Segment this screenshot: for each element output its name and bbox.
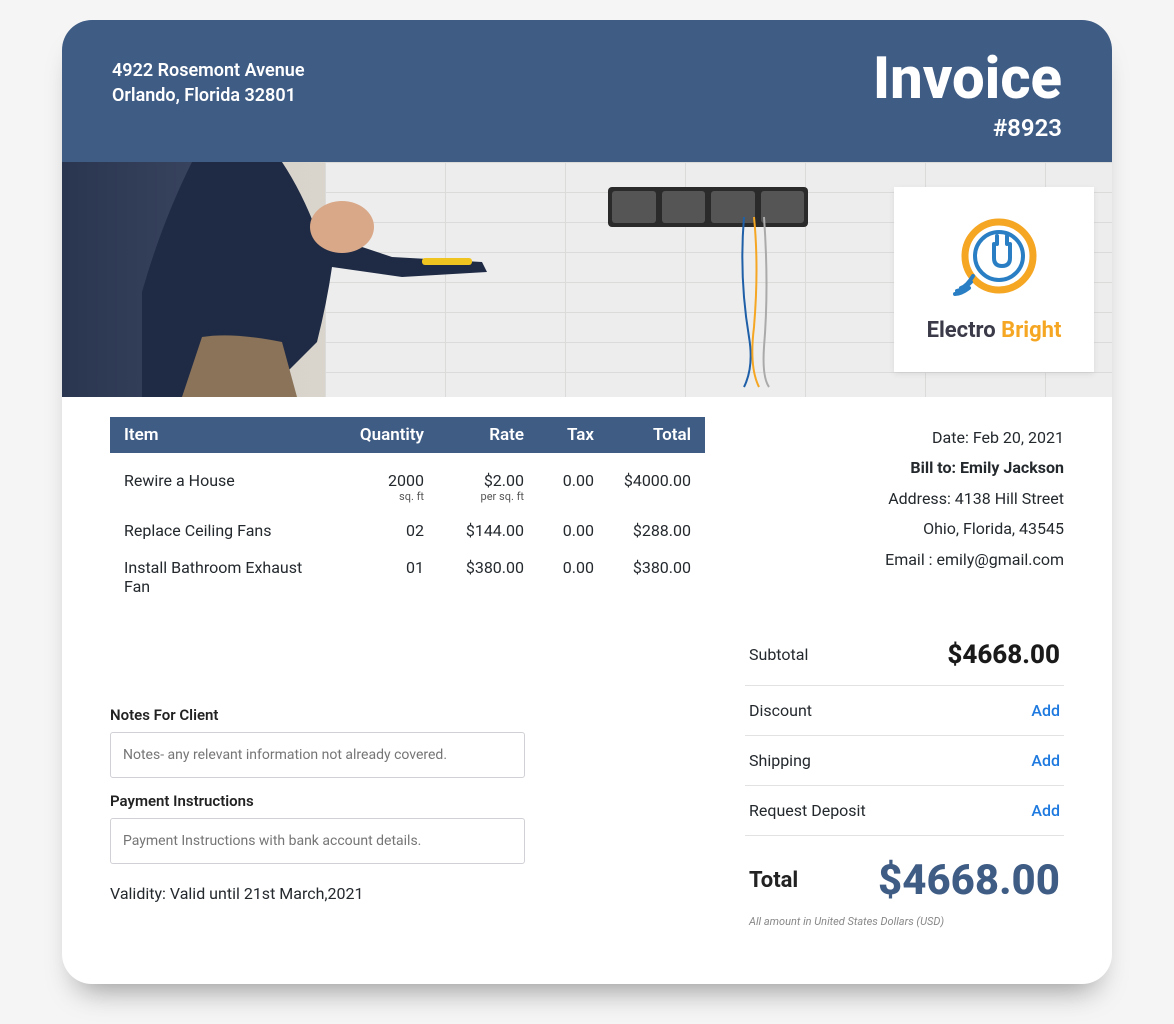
address-line-1: 4922 Rosemont Avenue (112, 58, 305, 83)
item-qty: 2000sq. ft (324, 471, 424, 503)
currency-note: All amount in United States Dollars (USD… (745, 909, 1064, 934)
shipping-row: Shipping Add (745, 736, 1064, 786)
item-rate: $144.00 (424, 521, 524, 540)
item-total: $4000.00 (594, 471, 691, 490)
items-column: Item Quantity Rate Tax Total Rewire a Ho… (110, 417, 705, 934)
title-block: Invoice #8923 (873, 50, 1062, 142)
item-tax: 0.00 (524, 558, 594, 577)
add-deposit-button[interactable]: Add (1031, 801, 1060, 820)
body: Item Quantity Rate Tax Total Rewire a Ho… (62, 397, 1112, 984)
table-row: Replace Ceiling Fans02$144.000.00$288.00 (110, 503, 705, 540)
wires-illustration (734, 217, 794, 387)
items-table-header: Item Quantity Rate Tax Total (110, 417, 705, 453)
col-rate: Rate (424, 425, 524, 445)
hero-image: Electro Bright (62, 162, 1112, 397)
invoice-number: #8923 (873, 114, 1062, 142)
document-title: Invoice (873, 50, 1062, 108)
item-qty: 01 (324, 558, 424, 577)
item-total: $288.00 (594, 521, 691, 540)
col-item: Item (124, 425, 324, 445)
col-tax: Tax (524, 425, 594, 445)
total-label: Total (749, 868, 798, 893)
invoice-date: Feb 20, 2021 (973, 428, 1064, 447)
billto-addr2: Ohio, Florida, 43545 (745, 514, 1064, 544)
right-column: Date: Feb 20, 2021 Bill to: Emily Jackso… (745, 417, 1064, 934)
deposit-label: Request Deposit (749, 801, 866, 820)
worker-illustration (142, 162, 492, 397)
total-row: Total $4668.00 (745, 836, 1064, 909)
payment-instructions-label: Payment Instructions (110, 792, 705, 810)
logo-card: Electro Bright (894, 187, 1094, 372)
billto-addr1: 4138 Hill Street (955, 489, 1064, 508)
subtotal-value: $4668.00 (947, 640, 1060, 670)
billto-email: emily@gmail.com (937, 550, 1064, 569)
item-rate: $2.00per sq. ft (424, 471, 524, 503)
col-total: Total (594, 425, 691, 445)
notes-section: Notes For Client Payment Instructions Va… (110, 706, 705, 903)
total-value: $4668.00 (878, 856, 1060, 905)
sender-address: 4922 Rosemont Avenue Orlando, Florida 32… (112, 50, 305, 108)
logo-text: Electro Bright (927, 318, 1062, 343)
subtotal-row: Subtotal $4668.00 (745, 625, 1064, 686)
bill-to-block: Date: Feb 20, 2021 Bill to: Emily Jackso… (745, 417, 1064, 575)
item-name: Rewire a House (124, 471, 324, 490)
item-qty: 02 (324, 521, 424, 540)
item-tax: 0.00 (524, 471, 594, 490)
discount-label: Discount (749, 701, 812, 720)
notes-client-input[interactable] (110, 732, 525, 778)
payment-instructions-input[interactable] (110, 818, 525, 864)
items-table-body: Rewire a House2000sq. ft$2.00per sq. ft0… (110, 453, 705, 596)
invoice-header: 4922 Rosemont Avenue Orlando, Florida 32… (62, 20, 1112, 162)
discount-row: Discount Add (745, 686, 1064, 736)
item-rate: $380.00 (424, 558, 524, 577)
add-discount-button[interactable]: Add (1031, 701, 1060, 720)
deposit-row: Request Deposit Add (745, 786, 1064, 836)
col-qty: Quantity (324, 425, 424, 445)
invoice-document: 4922 Rosemont Avenue Orlando, Florida 32… (62, 20, 1112, 984)
item-total: $380.00 (594, 558, 691, 577)
logo-icon (949, 216, 1039, 306)
summary-block: Subtotal $4668.00 Discount Add Shipping … (745, 625, 1064, 934)
notes-client-label: Notes For Client (110, 706, 705, 724)
item-name: Install Bathroom Exhaust Fan (124, 558, 324, 596)
item-name: Replace Ceiling Fans (124, 521, 324, 540)
add-shipping-button[interactable]: Add (1031, 751, 1060, 770)
item-tax: 0.00 (524, 521, 594, 540)
address-line-2: Orlando, Florida 32801 (112, 83, 305, 108)
table-row: Rewire a House2000sq. ft$2.00per sq. ft0… (110, 453, 705, 503)
table-row: Install Bathroom Exhaust Fan01$380.000.0… (110, 540, 705, 596)
subtotal-label: Subtotal (749, 645, 808, 664)
shipping-label: Shipping (749, 751, 811, 770)
billto-name: Emily Jackson (960, 458, 1064, 477)
validity-line: Validity: Valid until 21st March,2021 (110, 884, 705, 903)
